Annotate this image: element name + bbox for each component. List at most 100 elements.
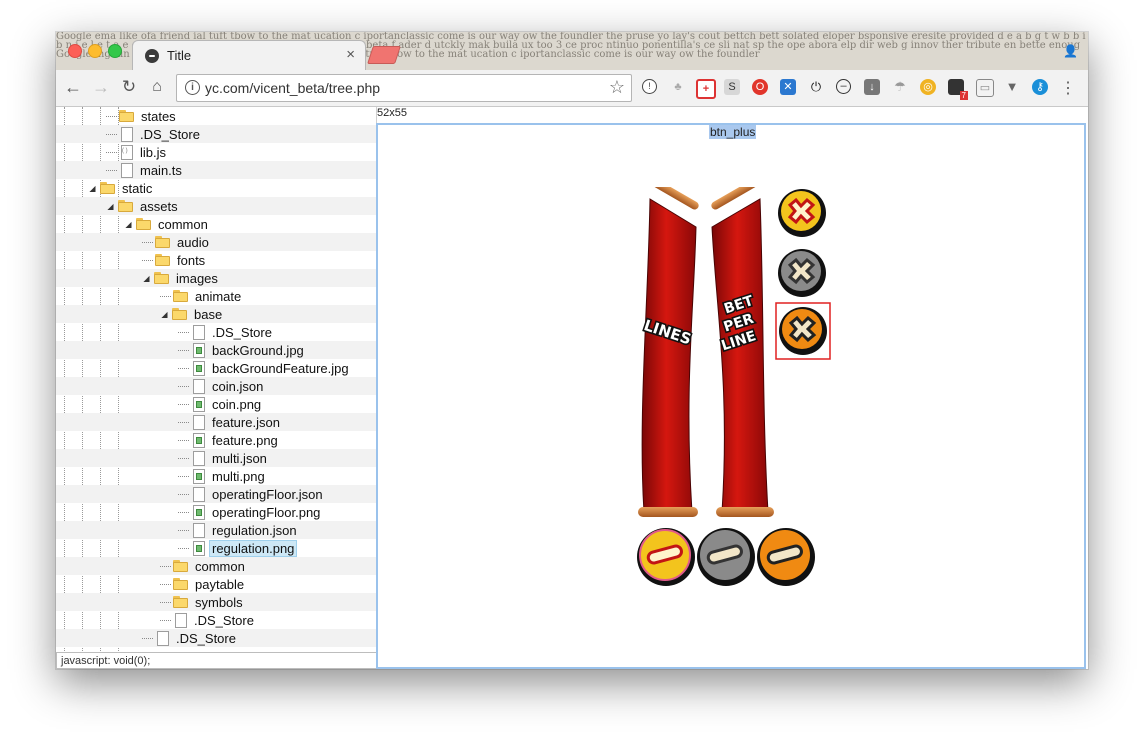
tree-row[interactable]: ◢ static: [56, 179, 376, 197]
back-button[interactable]: ←: [62, 76, 84, 98]
tree-item-label[interactable]: backGround.jpg: [209, 343, 307, 358]
tree-item-label[interactable]: symbols: [192, 595, 246, 610]
tree-item-label[interactable]: coin.json: [209, 379, 266, 394]
tree-item-label[interactable]: states: [138, 109, 179, 124]
address-bar[interactable]: i yc.com/vicent_beta/tree.php ☆: [176, 74, 632, 102]
extension-x-icon[interactable]: ✕: [780, 79, 796, 95]
extension-umbrella-icon[interactable]: ☂: [892, 79, 908, 95]
profile-icon[interactable]: 👤: [1063, 44, 1078, 58]
tree-item-label[interactable]: common: [192, 559, 248, 574]
tree-item-label[interactable]: fonts: [174, 253, 208, 268]
tree-row[interactable]: ◢ common: [56, 215, 376, 233]
tree-row[interactable]: operatingFloor.png: [56, 503, 376, 521]
tree-item-label[interactable]: paytable: [192, 577, 247, 592]
tree-row[interactable]: regulation.json: [56, 521, 376, 539]
tree-row[interactable]: symbols: [56, 593, 376, 611]
extension-chrome-icon[interactable]: ◎: [920, 79, 936, 95]
tree-row[interactable]: .DS_Store: [56, 629, 376, 647]
tree-item-label[interactable]: base: [191, 307, 225, 322]
tree-row[interactable]: fonts: [56, 251, 376, 269]
tree-row[interactable]: states: [56, 107, 376, 125]
tree-row[interactable]: coin.json: [56, 377, 376, 395]
extension-key-icon[interactable]: ⚷: [1032, 79, 1048, 95]
tree-row[interactable]: .DS_Store: [56, 611, 376, 629]
tree-item-label[interactable]: lib.js: [137, 145, 169, 160]
tree-item-label[interactable]: coin.png: [209, 397, 264, 412]
tree-item-label[interactable]: multi.png: [209, 469, 268, 484]
tree-item-label[interactable]: regulation.json: [209, 523, 300, 538]
forward-button[interactable]: →: [90, 76, 112, 98]
extension-image-icon[interactable]: ▭: [976, 79, 994, 97]
tree-row[interactable]: coin.png: [56, 395, 376, 413]
extension-s-icon[interactable]: S: [724, 79, 740, 95]
browser-tab[interactable]: Title ×: [132, 40, 366, 70]
extension-opera-icon[interactable]: O: [752, 79, 768, 95]
tree-item-label[interactable]: regulation.png: [209, 539, 298, 557]
file-icon: [193, 486, 205, 502]
tree-row[interactable]: feature.png: [56, 431, 376, 449]
tree-row[interactable]: backGroundFeature.jpg: [56, 359, 376, 377]
extension-timer-icon[interactable]: –: [836, 79, 851, 94]
tree-row[interactable]: backGround.jpg: [56, 341, 376, 359]
reload-button[interactable]: ↻: [118, 76, 140, 98]
window-zoom-button[interactable]: [108, 44, 122, 58]
url-text[interactable]: yc.com/vicent_beta/tree.php: [205, 80, 380, 96]
tree-row[interactable]: main.ts: [56, 161, 376, 179]
tree-item-label[interactable]: assets: [137, 199, 181, 214]
tree-row[interactable]: ◢ assets: [56, 197, 376, 215]
browser-menu-icon[interactable]: ⋮: [1060, 78, 1076, 98]
tree-item-label[interactable]: common: [155, 217, 211, 232]
tree-row[interactable]: multi.json: [56, 449, 376, 467]
tree-row[interactable]: feature.json: [56, 413, 376, 431]
tree-item-label[interactable]: .DS_Store: [191, 613, 257, 628]
tree-item-label[interactable]: .DS_Store: [209, 325, 275, 340]
tree-item-label[interactable]: images: [173, 271, 221, 286]
tree-item-label[interactable]: feature.json: [209, 415, 283, 430]
site-info-icon[interactable]: i: [185, 80, 200, 95]
extension-plus-icon[interactable]: +: [696, 79, 716, 99]
tree-item-label[interactable]: backGroundFeature.jpg: [209, 361, 352, 376]
tree-row[interactable]: .DS_Store: [56, 323, 376, 341]
tab-close-icon[interactable]: ×: [346, 46, 355, 63]
tree-row[interactable]: ◢ images: [56, 269, 376, 287]
tree-item-label[interactable]: .DS_Store: [173, 631, 239, 646]
tree-expander-icon[interactable]: ◢: [124, 220, 133, 229]
tree-row[interactable]: common: [56, 557, 376, 575]
tree-row[interactable]: .DS_Store: [56, 125, 376, 143]
tree-item-label[interactable]: operatingFloor.json: [209, 487, 326, 502]
new-tab-button[interactable]: [367, 46, 401, 64]
tree-expander-icon[interactable]: ◢: [106, 202, 115, 211]
tree-row[interactable]: animate: [56, 287, 376, 305]
home-button[interactable]: ⌂: [146, 76, 168, 98]
tree-row[interactable]: regulation.png: [56, 539, 376, 557]
extension-tree-icon[interactable]: ♣: [670, 79, 686, 95]
tree-branch-line: [142, 637, 153, 639]
tree-expander-icon[interactable]: ◢: [88, 184, 97, 193]
sprite-name-label: btn_plus: [709, 125, 757, 139]
tree-expander-icon[interactable]: ◢: [160, 310, 169, 319]
tree-item-label[interactable]: multi.json: [209, 451, 270, 466]
extension-download-icon[interactable]: ↓: [864, 79, 880, 95]
tree-row[interactable]: paytable: [56, 575, 376, 593]
tree-item-label[interactable]: audio: [174, 235, 212, 250]
window-close-button[interactable]: [68, 44, 82, 58]
tree-item-label[interactable]: animate: [192, 289, 244, 304]
tree-item-label[interactable]: static: [119, 181, 155, 196]
extension-power-icon[interactable]: ⏻: [808, 79, 824, 95]
tree-row[interactable]: lib.js: [56, 143, 376, 161]
tree-row[interactable]: ◢ base: [56, 305, 376, 323]
tree-expander-icon[interactable]: ◢: [142, 274, 151, 283]
tree-row[interactable]: operatingFloor.json: [56, 485, 376, 503]
extension-vee-icon[interactable]: ▼: [1004, 79, 1020, 95]
file-icon: [193, 522, 205, 538]
tree-item-label[interactable]: operatingFloor.png: [209, 505, 323, 520]
extension-info-icon[interactable]: !: [642, 79, 657, 94]
tree-item-label[interactable]: main.ts: [137, 163, 185, 178]
tree-item-label[interactable]: feature.png: [209, 433, 281, 448]
tree-row[interactable]: audio: [56, 233, 376, 251]
window-minimize-button[interactable]: [88, 44, 102, 58]
bookmark-star-icon[interactable]: ☆: [609, 77, 625, 98]
tree-item-label[interactable]: .DS_Store: [137, 127, 203, 142]
extension-badge-icon[interactable]: 7: [948, 79, 968, 100]
tree-row[interactable]: multi.png: [56, 467, 376, 485]
